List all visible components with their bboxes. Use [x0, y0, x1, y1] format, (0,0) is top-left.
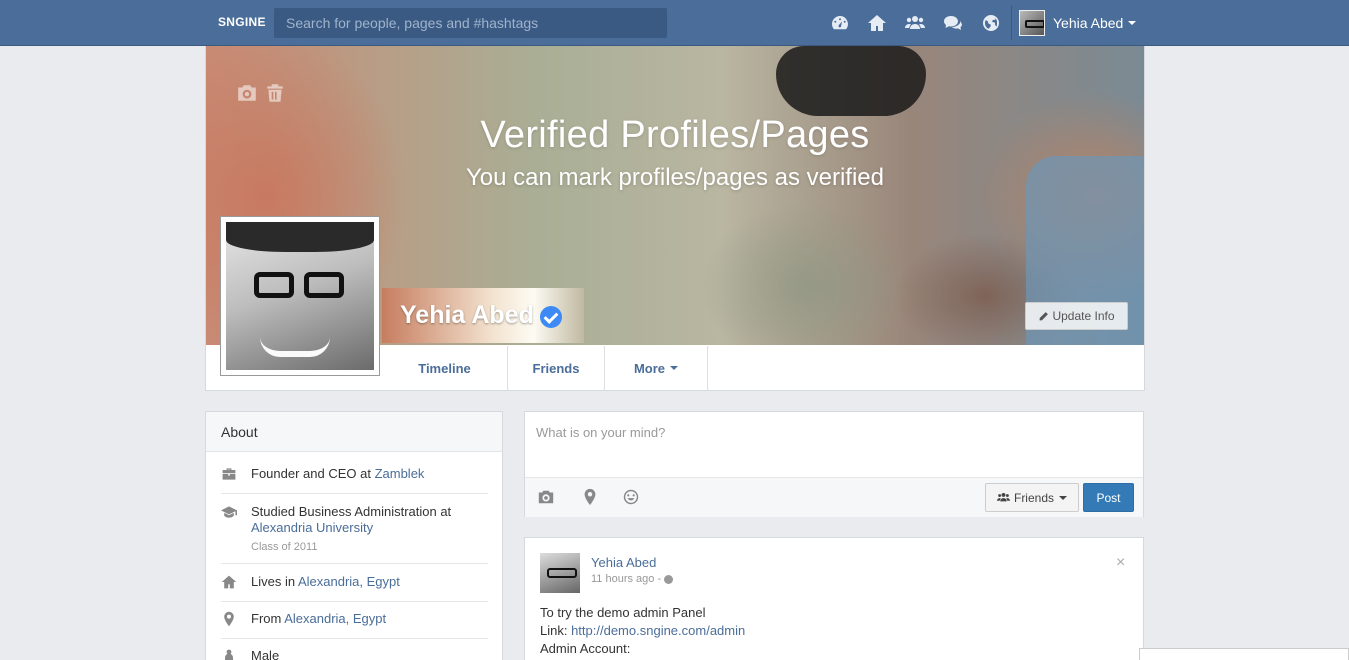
about-title: About [206, 412, 502, 452]
verified-badge-icon [539, 305, 562, 328]
post-link-prefix: Link: [540, 623, 572, 638]
home-icon [221, 574, 251, 593]
user-name: Yehia Abed [1053, 15, 1124, 31]
about-lives-text: Lives in [251, 574, 298, 589]
briefcase-icon [221, 466, 251, 485]
user-menu[interactable]: Yehia Abed [1019, 9, 1137, 37]
post-link[interactable]: http://demo.sngine.com/admin [571, 623, 745, 638]
privacy-label: Friends [1013, 490, 1054, 505]
post-button[interactable]: Post [1083, 483, 1134, 512]
tab-label: More [633, 360, 666, 376]
profile-picture[interactable] [220, 216, 380, 376]
map-marker-icon[interactable] [581, 488, 601, 508]
about-education-link[interactable]: Alexandria University [251, 520, 373, 535]
brand-logo[interactable]: SNGINE [218, 15, 266, 29]
avatar-detail [260, 337, 330, 357]
about-work: Founder and CEO at Zamblek [221, 466, 488, 494]
post-timestamp[interactable]: 11 hours ago - [591, 573, 664, 585]
camera-icon[interactable] [236, 82, 258, 107]
messages-icon[interactable] [942, 12, 964, 34]
avatar-detail [254, 272, 294, 298]
map-marker-icon [221, 611, 251, 630]
about-from-link[interactable]: Alexandria, Egypt [284, 611, 386, 626]
tab-label: Friends [532, 360, 580, 376]
chevron-down-icon [1128, 21, 1137, 25]
post-line: Link: http://demo.sngine.com/admin [540, 622, 745, 640]
chat-sidebar-tab[interactable] [1139, 648, 1349, 660]
privacy-dropdown[interactable]: Friends [985, 483, 1079, 512]
user-avatar [1019, 10, 1045, 36]
profile-tabs: Timeline Friends More [382, 346, 708, 390]
graduation-cap-icon [221, 504, 251, 555]
about-gender-text: Male [251, 648, 280, 660]
cover-subtitle: You can mark profiles/pages as verified [465, 164, 884, 191]
friends-icon [996, 492, 1010, 502]
top-navbar: SNGINE Yehia Abed [0, 0, 1349, 46]
cover-tools [236, 82, 286, 107]
profile-name-banner: Yehia Abed [382, 288, 584, 343]
about-work-text: Founder and CEO at [251, 466, 375, 481]
about-work-link[interactable]: Zamblek [375, 466, 425, 481]
globe-icon[interactable] [980, 12, 1002, 34]
about-gender: Male [221, 648, 488, 660]
user-icon [221, 648, 251, 660]
camera-icon[interactable] [537, 488, 557, 508]
about-from: From Alexandria, Egypt [221, 611, 488, 639]
avatar-detail [226, 222, 374, 252]
post-publisher: Friends Post [524, 411, 1144, 517]
about-panel: About Founder and CEO at Zamblek Studied… [205, 411, 503, 660]
search-input[interactable] [274, 8, 667, 38]
post-author-avatar[interactable] [540, 553, 580, 593]
avatar-detail [304, 272, 344, 298]
post-author-name[interactable]: Yehia Abed [591, 555, 656, 570]
tab-label: Timeline [418, 360, 471, 376]
about-from-text: From [251, 611, 285, 626]
tab-more[interactable]: More [605, 346, 708, 390]
avatar [226, 222, 374, 370]
feed-post: Yehia Abed 11 hours ago - × To try the d… [524, 537, 1144, 660]
navbar-divider [1011, 6, 1012, 40]
publisher-toolbar: Friends Post [525, 477, 1143, 517]
post-time: 11 hours ago - [591, 573, 674, 585]
profile-name[interactable]: Yehia Abed [400, 301, 534, 330]
close-icon[interactable]: × [1116, 554, 1125, 572]
post-body: To try the demo admin Panel Link: http:/… [540, 604, 745, 658]
post-textarea[interactable] [525, 412, 1143, 477]
about-lives: Lives in Alexandria, Egypt [221, 574, 488, 602]
dashboard-icon[interactable] [829, 12, 851, 34]
about-education: Studied Business Administration at Alexa… [221, 504, 488, 564]
cover-photo-detail [776, 46, 926, 116]
chevron-down-icon [1059, 495, 1067, 500]
tab-timeline[interactable]: Timeline [382, 346, 508, 390]
update-info-button[interactable]: Update Info [1025, 302, 1128, 330]
post-line: Admin Account: [540, 641, 631, 656]
post-line: To try the demo admin Panel [540, 605, 706, 620]
trash-icon[interactable] [264, 82, 286, 107]
about-lives-link[interactable]: Alexandria, Egypt [298, 574, 400, 589]
globe-icon [664, 574, 674, 584]
friends-icon[interactable] [904, 12, 926, 34]
smiley-icon[interactable] [622, 488, 642, 508]
update-info-label: Update Info [1052, 309, 1115, 323]
about-education-class: Class of 2011 [251, 541, 318, 553]
tab-friends[interactable]: Friends [508, 346, 605, 390]
cover-title: Verified Profiles/Pages [480, 114, 870, 156]
about-education-text: Studied Business Administration at [251, 504, 452, 519]
pencil-icon [1040, 311, 1049, 320]
chevron-down-icon [670, 366, 679, 370]
home-icon[interactable] [866, 12, 888, 34]
